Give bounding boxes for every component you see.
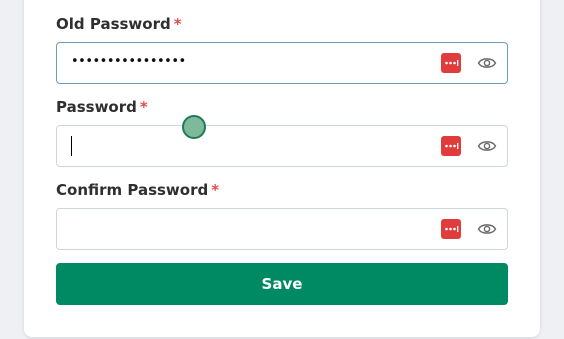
eye-icon[interactable] [477,55,497,71]
change-password-card: Old Password * •••••••••••••••• Password… [24,0,540,337]
eye-icon[interactable] [477,138,497,154]
password-manager-icon[interactable] [441,53,461,73]
old-password-input[interactable]: •••••••••••••••• [56,42,508,84]
required-marker: * [173,15,182,33]
save-button[interactable]: Save [56,263,508,305]
confirm-password-input[interactable] [56,208,508,250]
old-password-value: •••••••••••••••• [71,54,186,69]
password-label: Password * [56,98,148,116]
eye-icon[interactable] [477,221,497,237]
text-caret [71,136,72,156]
password-manager-icon[interactable] [441,219,461,239]
password-input[interactable] [56,125,508,167]
pointer-cursor-indicator [182,115,206,139]
old-password-label: Old Password * [56,15,182,33]
password-manager-icon[interactable] [441,136,461,156]
required-marker: * [139,98,148,116]
confirm-password-label: Confirm Password * [56,181,220,199]
required-marker: * [211,181,220,199]
